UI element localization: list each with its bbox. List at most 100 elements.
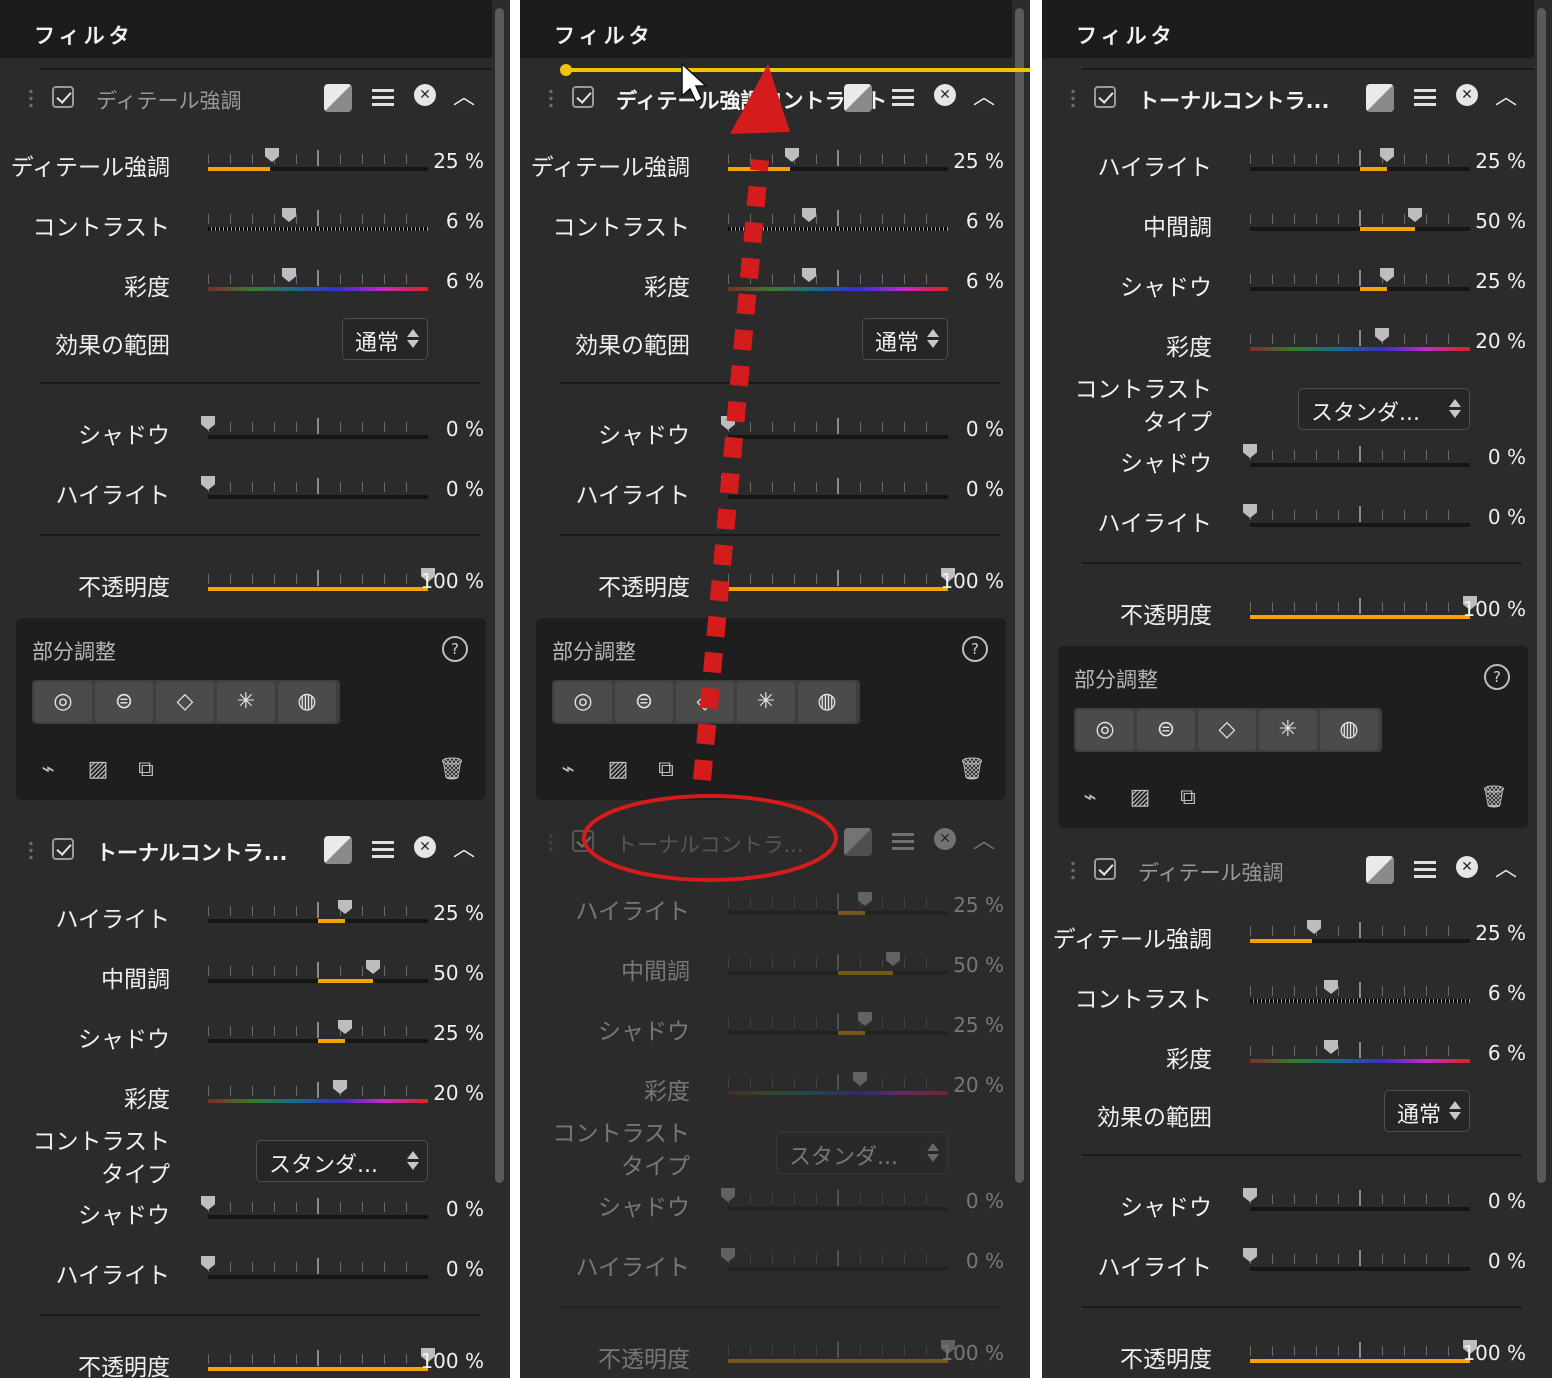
- slider-row: 彩度 20 %: [1042, 322, 1542, 362]
- copy-icon[interactable]: ⧉: [132, 756, 160, 784]
- shadow-slider[interactable]: [201, 416, 428, 442]
- chevron-up-icon[interactable]: ︿: [450, 836, 478, 864]
- shadow-slider[interactable]: [1250, 268, 1470, 294]
- detail-slider[interactable]: [1250, 920, 1470, 946]
- slider-row: ハイライト 25 %: [0, 894, 500, 934]
- close-icon[interactable]: [414, 836, 442, 864]
- highlight-slider[interactable]: [1243, 504, 1470, 530]
- gradient-point-icon[interactable]: ⊜: [1137, 710, 1195, 750]
- highlight-slider[interactable]: [208, 900, 428, 926]
- slider-label: 彩度: [124, 1087, 170, 1113]
- saturation-slider[interactable]: [1250, 1040, 1470, 1066]
- polygon-icon[interactable]: ◇: [156, 682, 214, 722]
- slider-row: ディテール強調 25 %: [0, 142, 500, 182]
- drag-arrow-shaft: [693, 159, 769, 781]
- opacity-slider[interactable]: [1250, 596, 1477, 622]
- saturation-slider[interactable]: [1250, 328, 1470, 354]
- slider-label: ハイライト: [55, 483, 170, 509]
- select-row: 効果の範囲 通常: [0, 318, 500, 360]
- highlight-slider[interactable]: [201, 476, 428, 502]
- panel-title: フィルタ: [1076, 24, 1176, 48]
- slider-row: ハイライト 0 %: [0, 470, 500, 510]
- slider-row: 彩度 6 %: [1042, 1034, 1542, 1074]
- opacity-slider[interactable]: [208, 1348, 435, 1374]
- highlight-slider[interactable]: [1243, 1248, 1470, 1274]
- effect-range-select[interactable]: 通常: [1384, 1090, 1470, 1132]
- menu-icon[interactable]: [1412, 856, 1440, 884]
- contrast-slider[interactable]: [208, 208, 428, 234]
- enable-checkbox[interactable]: [1094, 86, 1116, 108]
- menu-icon[interactable]: [370, 836, 398, 864]
- slider-label: シャドウ: [78, 1203, 170, 1229]
- drag-grip-icon[interactable]: [1070, 860, 1076, 882]
- menu-icon[interactable]: [1412, 84, 1440, 112]
- menu-icon[interactable]: [370, 84, 398, 112]
- detail-slider[interactable]: [208, 148, 428, 174]
- enable-checkbox[interactable]: [52, 838, 74, 860]
- chevron-up-icon[interactable]: ︿: [450, 84, 478, 112]
- gradient-point-icon[interactable]: ⊜: [95, 682, 153, 722]
- panel-titlebar: フィルタ: [1042, 0, 1534, 58]
- contrast-type-select[interactable]: スタンダ...: [1298, 388, 1470, 430]
- saturation-slider[interactable]: [208, 268, 428, 294]
- mask-toggle-icon[interactable]: ▨: [84, 756, 112, 784]
- pen-icon[interactable]: ◍: [1320, 710, 1378, 750]
- close-icon[interactable]: [414, 84, 442, 112]
- slider-value: 0 %: [1487, 1249, 1526, 1273]
- slider-row: ハイライト 0 %: [1042, 498, 1542, 538]
- pen-icon[interactable]: ◍: [278, 682, 336, 722]
- highlight-slider[interactable]: [1250, 148, 1470, 174]
- drag-grip-icon[interactable]: [1070, 88, 1076, 110]
- filter-name: トーナルコントラ...: [96, 841, 288, 865]
- filter-name: ディテール強調: [1138, 861, 1284, 885]
- slider-value: 100 %: [1462, 1341, 1526, 1365]
- enable-checkbox[interactable]: [1094, 858, 1116, 880]
- contrast-slider[interactable]: [1250, 980, 1470, 1006]
- filter-header-tonal[interactable]: トーナルコントラ... ︿: [1042, 70, 1534, 128]
- mask-icon[interactable]: [1366, 84, 1394, 112]
- shadow-slider[interactable]: [208, 1020, 428, 1046]
- polygon-icon[interactable]: ◇: [1198, 710, 1256, 750]
- chevron-up-icon[interactable]: ︿: [1492, 856, 1520, 884]
- slider-row: 不透明度 100 %: [1042, 1334, 1542, 1374]
- brush-point-icon[interactable]: ✳: [1259, 710, 1317, 750]
- highlight-slider[interactable]: [201, 1256, 428, 1282]
- trash-icon[interactable]: 🗑: [1480, 784, 1508, 812]
- midtone-slider[interactable]: [208, 960, 428, 986]
- copy-icon[interactable]: ⧉: [1174, 784, 1202, 812]
- drag-grip-icon[interactable]: [28, 840, 34, 862]
- opacity-slider[interactable]: [1250, 1340, 1477, 1366]
- mask-icon[interactable]: [324, 84, 352, 112]
- trash-icon[interactable]: 🗑: [438, 756, 466, 784]
- shadow-slider[interactable]: [201, 1196, 428, 1222]
- local-adjust-toolbar: ◎ ⊜ ◇ ✳ ◍: [1074, 708, 1382, 752]
- eyedropper-icon[interactable]: ⌁: [1076, 784, 1104, 812]
- control-point-icon[interactable]: ◎: [34, 682, 92, 722]
- shadow-slider[interactable]: [1243, 444, 1470, 470]
- enable-checkbox[interactable]: [52, 86, 74, 108]
- contrast-type-select[interactable]: スタンダ...: [256, 1140, 428, 1182]
- help-icon[interactable]: ?: [1484, 664, 1510, 690]
- slider-value: 6 %: [1487, 1041, 1526, 1065]
- mask-icon[interactable]: [1366, 856, 1394, 884]
- saturation-slider[interactable]: [208, 1080, 428, 1106]
- mask-icon[interactable]: [324, 836, 352, 864]
- close-icon[interactable]: [1456, 84, 1484, 112]
- slider-label: コントラスト: [32, 215, 170, 241]
- divider: [40, 382, 480, 384]
- chevron-up-icon[interactable]: ︿: [1492, 84, 1520, 112]
- filter-header-detail[interactable]: ディテール強調 ︿: [0, 70, 492, 128]
- shadow-slider[interactable]: [1243, 1188, 1470, 1214]
- mask-toggle-icon[interactable]: ▨: [1126, 784, 1154, 812]
- close-icon[interactable]: [1456, 856, 1484, 884]
- help-icon[interactable]: ?: [442, 636, 468, 662]
- opacity-slider[interactable]: [208, 568, 435, 594]
- filter-header-tonal[interactable]: トーナルコントラ... ︿: [0, 822, 492, 880]
- midtone-slider[interactable]: [1250, 208, 1470, 234]
- brush-point-icon[interactable]: ✳: [217, 682, 275, 722]
- filter-header-detail[interactable]: ディテール強調 ︿: [1042, 842, 1534, 900]
- eyedropper-icon[interactable]: ⌁: [34, 756, 62, 784]
- effect-range-select[interactable]: 通常: [342, 318, 428, 360]
- control-point-icon[interactable]: ◎: [1076, 710, 1134, 750]
- drag-grip-icon[interactable]: [28, 88, 34, 110]
